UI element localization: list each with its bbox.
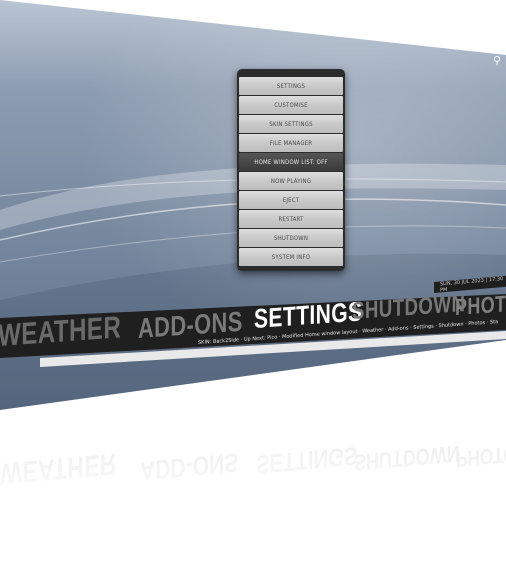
reflection-settings: SETTINGS (256, 440, 358, 480)
menu-item-home-window-list[interactable]: HOME WINDOW LIST: OFF (239, 153, 343, 171)
reflection-photos: PHOTOS (456, 440, 506, 472)
system-menu: SETTINGS CUSTOMISE SKIN SETTINGS FILE MA… (237, 69, 345, 271)
menu-item-system-info[interactable]: SYSTEM INFO (239, 248, 343, 266)
menu-item-settings[interactable]: SETTINGS (239, 77, 343, 95)
reflection-weather: WEATHER (0, 446, 117, 490)
menu-item-restart[interactable]: RESTART (239, 210, 343, 228)
menu-item-file-manager[interactable]: FILE MANAGER (239, 134, 343, 152)
reflection: WEATHER ADD-ONS SETTINGS SHUTDOWN PHOTOS (0, 380, 506, 510)
reflection-shutdown: SHUTDOWN (354, 440, 460, 476)
menu-item-now-playing[interactable]: NOW PLAYING (239, 172, 343, 190)
menu-item-shutdown[interactable]: SHUTDOWN (239, 229, 343, 247)
search-icon[interactable]: ⚲ (493, 55, 501, 66)
menu-item-customise[interactable]: CUSTOMISE (239, 96, 343, 114)
menu-item-skin-settings[interactable]: SKIN SETTINGS (239, 115, 343, 133)
menu-item-eject[interactable]: EJECT (239, 191, 343, 209)
reflection-add-ons: ADD-ONS (140, 447, 239, 486)
